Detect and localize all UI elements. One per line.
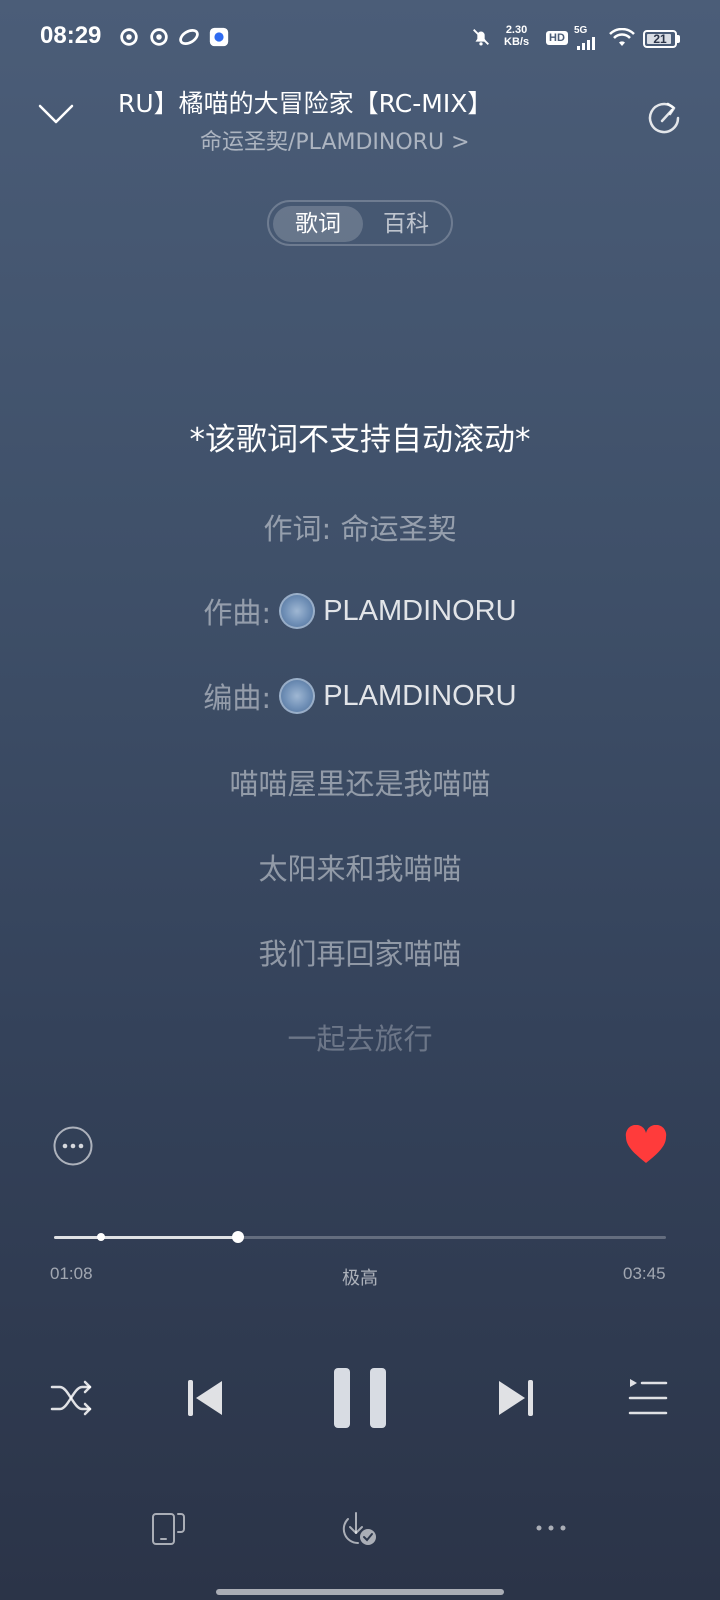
- wifi-icon: [609, 28, 635, 46]
- more-circle-icon[interactable]: [52, 1125, 94, 1167]
- arranger-line: 编曲: PLAMDINORU: [0, 675, 720, 717]
- more-horizontal-icon[interactable]: [534, 1520, 568, 1536]
- battery-tip: [677, 35, 680, 43]
- lyric-line: 太阳来和我喵喵: [258, 852, 462, 886]
- progress-thumb[interactable]: [231, 1231, 244, 1243]
- composer-line: 作曲: PLAMDINORU: [0, 590, 720, 632]
- home-indicator[interactable]: [216, 1589, 504, 1595]
- signal-5g-label: 5G: [574, 25, 588, 36]
- playlist-icon[interactable]: [628, 1378, 668, 1418]
- lyrics-notice: *该歌词不支持自动滚动*: [189, 422, 531, 458]
- app-badge-icon: [209, 27, 229, 47]
- arranger-avatar[interactable]: [279, 678, 316, 714]
- progress-marker: [97, 1233, 105, 1241]
- composer-avatar[interactable]: [279, 593, 316, 629]
- quality-label[interactable]: 极高: [0, 1264, 720, 1290]
- next-icon[interactable]: [495, 1377, 535, 1419]
- hd-badge: HD: [546, 31, 568, 45]
- composer-label: 作曲:: [203, 596, 272, 630]
- artist-chevron-icon: >: [451, 130, 470, 155]
- signal-bars-icon: [577, 37, 595, 50]
- download-icon[interactable]: [340, 1509, 380, 1549]
- mute-bell-icon: [473, 29, 489, 46]
- lyric-line: 一起去旅行: [287, 1022, 433, 1056]
- tab-wiki[interactable]: 百科: [361, 206, 451, 242]
- lyricist-line: 作词: 命运圣契: [263, 512, 457, 546]
- composer-name[interactable]: PLAMDINORU: [323, 595, 516, 628]
- chevron-down-icon[interactable]: [36, 98, 76, 128]
- artist-link[interactable]: 命运圣契/PLAMDINORU >: [200, 124, 470, 156]
- netease-music-icon-2: [150, 28, 168, 46]
- battery-level: 21: [653, 32, 667, 46]
- battery-indicator: 21: [643, 30, 677, 48]
- previous-icon[interactable]: [186, 1377, 226, 1419]
- artist-name: 命运圣契/PLAMDINORU: [200, 130, 445, 155]
- song-title: RU】橘喵的大冒险家【RC-MIX】: [118, 89, 493, 118]
- tab-lyrics[interactable]: 歌词: [273, 206, 363, 242]
- shuffle-icon[interactable]: [50, 1378, 94, 1418]
- tab-switcher: 歌词 百科: [267, 200, 453, 246]
- progress-fill: [54, 1236, 238, 1239]
- arranger-name[interactable]: PLAMDINORU: [323, 680, 516, 713]
- lyric-line: 我们再回家喵喵: [258, 937, 462, 971]
- app-notification-icon: [179, 29, 199, 45]
- net-speed-value: 2.30: [505, 24, 528, 36]
- pause-icon[interactable]: [332, 1366, 390, 1430]
- device-icon[interactable]: [150, 1509, 188, 1547]
- progress-track[interactable]: [54, 1236, 666, 1239]
- heart-icon[interactable]: [624, 1125, 668, 1165]
- share-rotate-icon[interactable]: [642, 96, 686, 140]
- total-time: 03:45: [623, 1264, 666, 1283]
- status-time: 08:29: [40, 22, 102, 49]
- network-speed: 2.30 KB/s: [504, 24, 529, 48]
- lyric-line: 喵喵屋里还是我喵喵: [229, 767, 491, 801]
- net-speed-unit: KB/s: [504, 36, 530, 48]
- netease-music-icon: [120, 28, 138, 46]
- arranger-label: 编曲:: [203, 681, 272, 715]
